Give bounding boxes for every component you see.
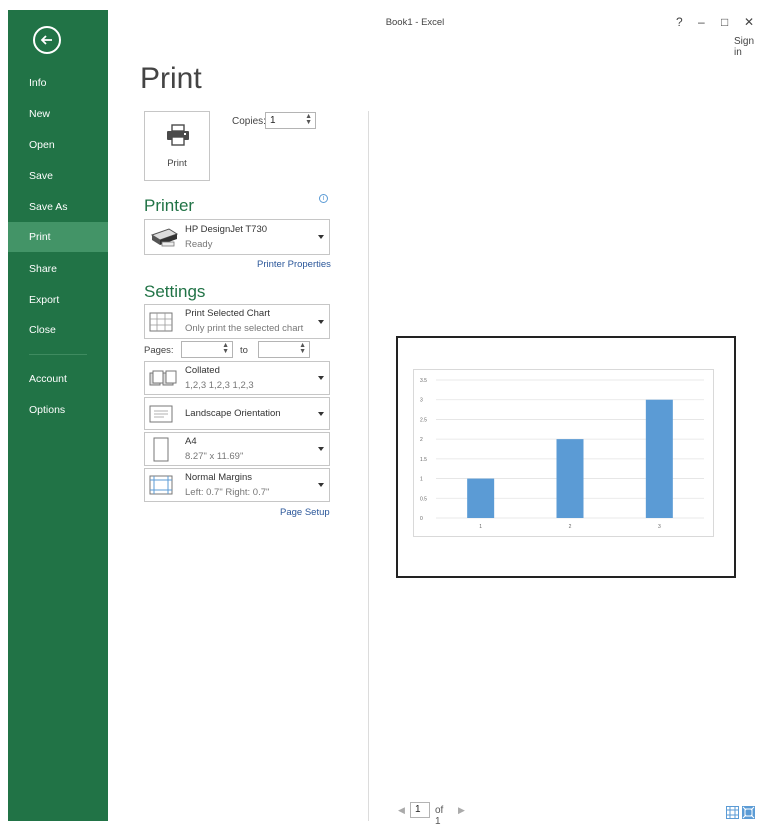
orientation-dropdown[interactable]: Landscape Orientation [144, 397, 330, 430]
y-tick-label: 1 [420, 477, 423, 483]
sidebar-item-account[interactable]: Account [8, 364, 108, 394]
info-icon[interactable]: i [319, 194, 328, 203]
margins-icon [149, 475, 173, 500]
printer-properties-link[interactable]: Printer Properties [257, 259, 331, 270]
page-title: Print [140, 62, 202, 95]
pages-label: Pages: [144, 345, 174, 356]
chevron-down-icon [318, 483, 324, 487]
print-what-subtitle: Only print the selected chart [185, 323, 304, 334]
y-tick-label: 3 [420, 398, 423, 404]
printer-heading: Printer [144, 196, 195, 215]
chevron-down-icon [318, 412, 324, 416]
print-button[interactable]: Print [144, 111, 210, 181]
printer-dropdown[interactable]: HP DesignJet T730 Ready [144, 219, 330, 255]
chart-area: 0 0.5 1 1.5 2 2.5 3 3.5 1 2 3 [413, 369, 714, 537]
copies-stepper[interactable]: 1 ▲ ▼ [265, 112, 316, 129]
page-total: of 1 [435, 805, 444, 827]
print-what-dropdown[interactable]: Print Selected Chart Only print the sele… [144, 304, 330, 339]
window-title: Book1 - Excel [385, 17, 445, 28]
sidebar-item-open[interactable]: Open [8, 130, 108, 160]
maximize-button[interactable]: □ [721, 15, 728, 29]
sidebar-item-close[interactable]: Close [8, 315, 108, 345]
print-what-title: Print Selected Chart [185, 308, 271, 319]
current-page-input[interactable]: 1 [410, 802, 430, 818]
print-button-label: Print [167, 158, 187, 169]
bar-chart: 0 0.5 1 1.5 2 2.5 3 3.5 1 2 3 [420, 378, 704, 530]
collated-pages-icon [149, 370, 177, 393]
pages-to-stepper[interactable]: ▲ ▼ [258, 341, 310, 358]
backstage-sidebar: Info New Open Save Save As Print Share E… [8, 10, 108, 821]
margins-title: Normal Margins [185, 472, 253, 483]
copies-value: 1 [270, 115, 276, 126]
printer-icon [166, 124, 190, 151]
sidebar-item-export[interactable]: Export [8, 285, 108, 315]
sidebar-item-save-as[interactable]: Save As [8, 192, 108, 222]
y-tick-label: 1.5 [420, 457, 427, 463]
paper-size-title: A4 [185, 436, 197, 447]
x-tick-label: 1 [479, 524, 482, 530]
pane-divider [368, 111, 369, 821]
sidebar-item-info[interactable]: Info [8, 68, 108, 98]
collation-title: Collated [185, 365, 220, 376]
stepper-arrows-icon[interactable]: ▲ ▼ [222, 342, 229, 355]
page-setup-link[interactable]: Page Setup [280, 507, 330, 518]
paper-size-dropdown[interactable]: A4 8.27" x 11.69" [144, 432, 330, 466]
chevron-down-icon [318, 320, 324, 324]
sidebar-item-options[interactable]: Options [8, 395, 108, 425]
chevron-down-icon [318, 376, 324, 380]
landscape-page-icon [149, 404, 173, 429]
pages-from-stepper[interactable]: ▲ ▼ [181, 341, 233, 358]
paper-size-subtitle: 8.27" x 11.69" [185, 451, 244, 462]
y-tick-label: 0.5 [420, 496, 427, 502]
margins-dropdown[interactable]: Normal Margins Left: 0.7" Right: 0.7" [144, 468, 330, 502]
y-tick-label: 2.5 [420, 417, 427, 423]
stepper-arrows-icon[interactable]: ▲ ▼ [305, 113, 312, 126]
sign-in-link[interactable]: Sign in [734, 36, 762, 58]
y-tick-label: 2 [420, 437, 423, 443]
settings-heading: Settings [144, 282, 206, 301]
sidebar-item-new[interactable]: New [8, 99, 108, 129]
back-arrow-icon[interactable] [33, 26, 61, 54]
zoom-to-page-icon[interactable] [742, 806, 755, 819]
sidebar-item-print[interactable]: Print [8, 222, 108, 252]
chevron-down-icon [318, 235, 324, 239]
minimize-button[interactable]: – [698, 15, 705, 29]
margins-subtitle: Left: 0.7" Right: 0.7" [185, 487, 270, 498]
previous-page-icon[interactable]: ◀ [398, 805, 405, 816]
sidebar-divider [29, 354, 87, 355]
pages-to-label: to [240, 345, 248, 356]
y-tick-label: 0 [420, 516, 423, 522]
close-window-button[interactable]: ✕ [744, 15, 754, 29]
sidebar-item-share[interactable]: Share [8, 254, 108, 284]
collation-subtitle: 1,2,3 1,2,3 1,2,3 [185, 380, 254, 391]
printer-name: HP DesignJet T730 [185, 224, 268, 235]
x-tick-label: 2 [569, 524, 572, 530]
printer-status: Ready [185, 239, 213, 250]
bar [645, 399, 673, 518]
bar [556, 439, 584, 518]
show-margins-icon[interactable] [726, 806, 739, 819]
y-tick-label: 3.5 [420, 378, 427, 384]
collation-dropdown[interactable]: Collated 1,2,3 1,2,3 1,2,3 [144, 361, 330, 395]
grid-sheet-icon [149, 312, 173, 337]
help-button[interactable]: ? [676, 15, 683, 29]
portrait-page-icon [149, 437, 173, 468]
chevron-down-icon [318, 447, 324, 451]
sidebar-item-save[interactable]: Save [8, 161, 108, 191]
copies-label: Copies: [232, 116, 266, 127]
stepper-arrows-icon[interactable]: ▲ ▼ [299, 342, 306, 355]
orientation-title: Landscape Orientation [185, 408, 281, 419]
x-tick-label: 3 [658, 524, 661, 530]
next-page-icon[interactable]: ▶ [458, 805, 465, 816]
printer-device-icon [149, 225, 179, 254]
bar [467, 478, 495, 518]
